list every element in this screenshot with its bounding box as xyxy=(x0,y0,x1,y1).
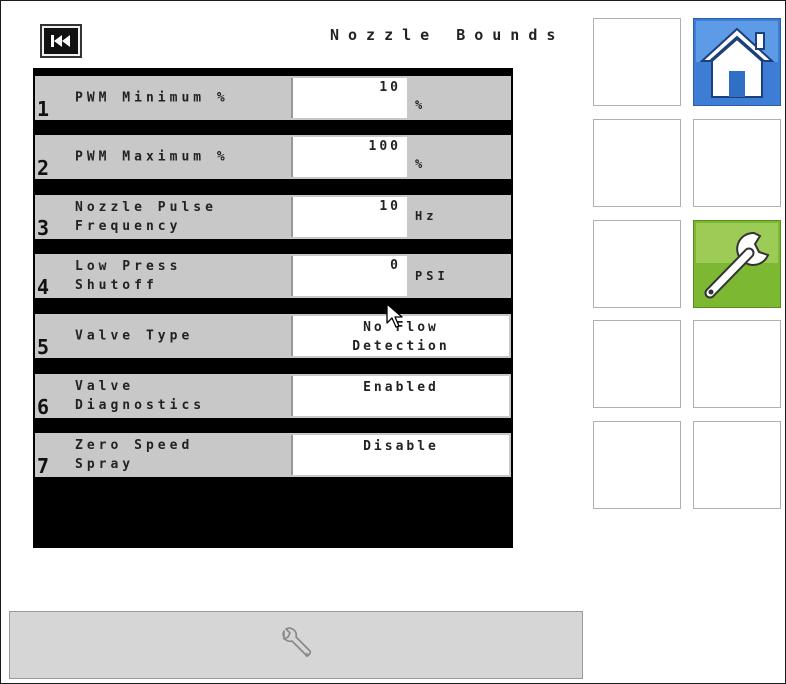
zero-speed-spray-dropdown[interactable]: Disable xyxy=(291,435,509,475)
field-value: Disable xyxy=(363,439,439,454)
setting-row-low-press-shutoff: 4 Low Press Shutoff 0 PSI xyxy=(35,254,511,298)
softkey-empty-1[interactable] xyxy=(593,18,681,106)
row-number: 4 xyxy=(37,275,50,299)
row-number: 1 xyxy=(37,97,50,121)
unit-label: % xyxy=(415,98,427,112)
row-number: 3 xyxy=(37,216,50,240)
home-icon xyxy=(696,21,778,103)
softkey-empty-3[interactable] xyxy=(693,119,781,207)
setting-row-valve-diagnostics: 6 Valve Diagnostics Enabled xyxy=(35,374,511,418)
skip-back-icon xyxy=(44,28,78,54)
softkey-empty-4[interactable] xyxy=(593,220,681,308)
field-value: Enabled xyxy=(363,380,439,395)
back-button[interactable] xyxy=(40,24,82,58)
home-button[interactable] xyxy=(693,18,781,106)
row-number: 2 xyxy=(37,156,50,180)
unit-label: Hz xyxy=(415,209,438,223)
field-value: 10 xyxy=(379,199,401,214)
row-label: PWM Minimum % xyxy=(75,90,229,106)
softkey-empty-7[interactable] xyxy=(593,421,681,509)
wrench-icon xyxy=(282,627,312,657)
low-press-shutoff-field[interactable]: 0 xyxy=(291,256,407,296)
row-label: PWM Maximum % xyxy=(75,149,229,165)
settings-button[interactable] xyxy=(693,220,781,308)
setting-row-nozzle-pulse-frequency: 3 Nozzle Pulse Frequency 10 Hz xyxy=(35,195,511,239)
row-label: Valve Type xyxy=(75,328,194,344)
softkey-empty-8[interactable] xyxy=(693,421,781,509)
row-label: Zero Speed Spray xyxy=(75,438,194,472)
softkey-empty-6[interactable] xyxy=(693,320,781,408)
unit-label: % xyxy=(415,157,427,171)
setting-row-pwm-minimum: 1 PWM Minimum % 10 % xyxy=(35,76,511,120)
row-number: 7 xyxy=(37,454,50,478)
row-number: 5 xyxy=(37,335,50,359)
softkey-empty-5[interactable] xyxy=(593,320,681,408)
field-value: 10 xyxy=(379,80,401,95)
valve-diagnostics-dropdown[interactable]: Enabled xyxy=(291,376,509,416)
softkey-empty-2[interactable] xyxy=(593,119,681,207)
setting-row-zero-speed-spray: 7 Zero Speed Spray Disable xyxy=(35,433,511,477)
mouse-cursor-icon xyxy=(386,303,403,328)
pwm-minimum-field[interactable]: 10 xyxy=(291,78,407,118)
row-number: 6 xyxy=(37,395,50,419)
row-label: Low Press Shutoff xyxy=(75,259,182,293)
wrench-icon xyxy=(696,223,778,305)
page-title: Nozzle Bounds xyxy=(330,26,565,44)
pwm-maximum-field[interactable]: 100 xyxy=(291,137,407,177)
bottom-tool-button[interactable] xyxy=(9,611,583,679)
setting-row-pwm-maximum: 2 PWM Maximum % 100 % xyxy=(35,135,511,179)
nozzle-pulse-frequency-field[interactable]: 10 xyxy=(291,197,407,237)
field-value: 100 xyxy=(368,139,401,154)
field-value: 0 xyxy=(390,258,401,273)
row-label: Nozzle Pulse Frequency xyxy=(75,200,217,234)
unit-label: PSI xyxy=(415,269,449,283)
setting-row-valve-type: 5 Valve Type No Flow Detection xyxy=(35,314,511,358)
row-label: Valve Diagnostics xyxy=(75,379,206,413)
settings-panel: 1 PWM Minimum % 10 % 2 PWM Maximum % 100… xyxy=(33,68,513,548)
